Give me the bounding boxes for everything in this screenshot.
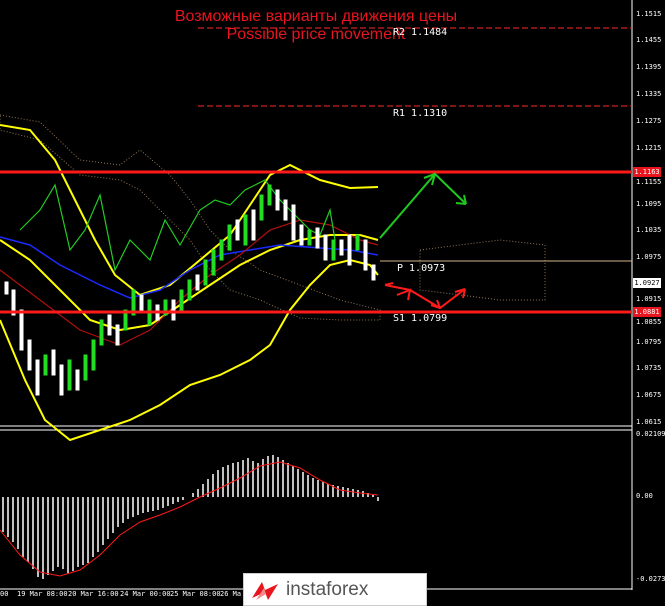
y-label: 1.0855 xyxy=(636,318,662,326)
y-label: 1.1335 xyxy=(636,90,662,98)
x-label: 19 Mar 08:00 xyxy=(17,590,68,598)
title-en: Possible price movement xyxy=(226,26,406,43)
y-label: 1.1455 xyxy=(636,36,662,44)
y-label: 1.0675 xyxy=(636,391,662,399)
macd-histogram xyxy=(2,455,379,579)
logo-text: instaforex xyxy=(286,578,369,600)
title-ru: Возможные варианты движения цены xyxy=(174,8,458,25)
x-label: 24 Mar 00:00 xyxy=(120,590,171,598)
macd-label: 0.02109 xyxy=(636,430,665,438)
price-tag-current: 1.0927 xyxy=(633,278,661,288)
y-label: 1.0915 xyxy=(636,295,662,303)
y-label: 1.1035 xyxy=(636,226,662,234)
instaforex-star-icon xyxy=(250,578,280,602)
x-label: 00 xyxy=(0,590,9,598)
x-label: 25 Mar 08:00 xyxy=(170,590,221,598)
s1-label: S1 1.0799 xyxy=(393,313,448,324)
y-label: 1.0795 xyxy=(636,338,662,346)
macd-label: -0.02739 xyxy=(636,575,665,583)
macd-label: 0.00 xyxy=(636,492,653,500)
p-label: P 1.0973 xyxy=(397,263,446,274)
instaforex-logo: instaforex xyxy=(243,573,427,606)
y-label: 1.1515 xyxy=(636,10,662,18)
r1-label: R1 1.1310 xyxy=(393,108,448,119)
price-tag-resistance: 1.1163 xyxy=(633,167,661,177)
y-label: 1.0975 xyxy=(636,253,662,261)
price-chart xyxy=(0,0,633,590)
y-label: 1.1215 xyxy=(636,144,662,152)
price-tag-support: 1.0881 xyxy=(633,307,661,317)
y-label: 1.1095 xyxy=(636,200,662,208)
macd-signal xyxy=(0,461,379,577)
x-label: 26 Ma xyxy=(220,590,242,598)
y-label: 1.1395 xyxy=(636,63,662,71)
x-label: 20 Mar 16:00 xyxy=(68,590,119,598)
y-label: 1.0615 xyxy=(636,418,662,426)
y-label: 1.0735 xyxy=(636,364,662,372)
y-label: 1.1155 xyxy=(636,178,662,186)
r2-label: R2 1.1484 xyxy=(393,27,448,38)
y-label: 1.1275 xyxy=(636,117,662,125)
